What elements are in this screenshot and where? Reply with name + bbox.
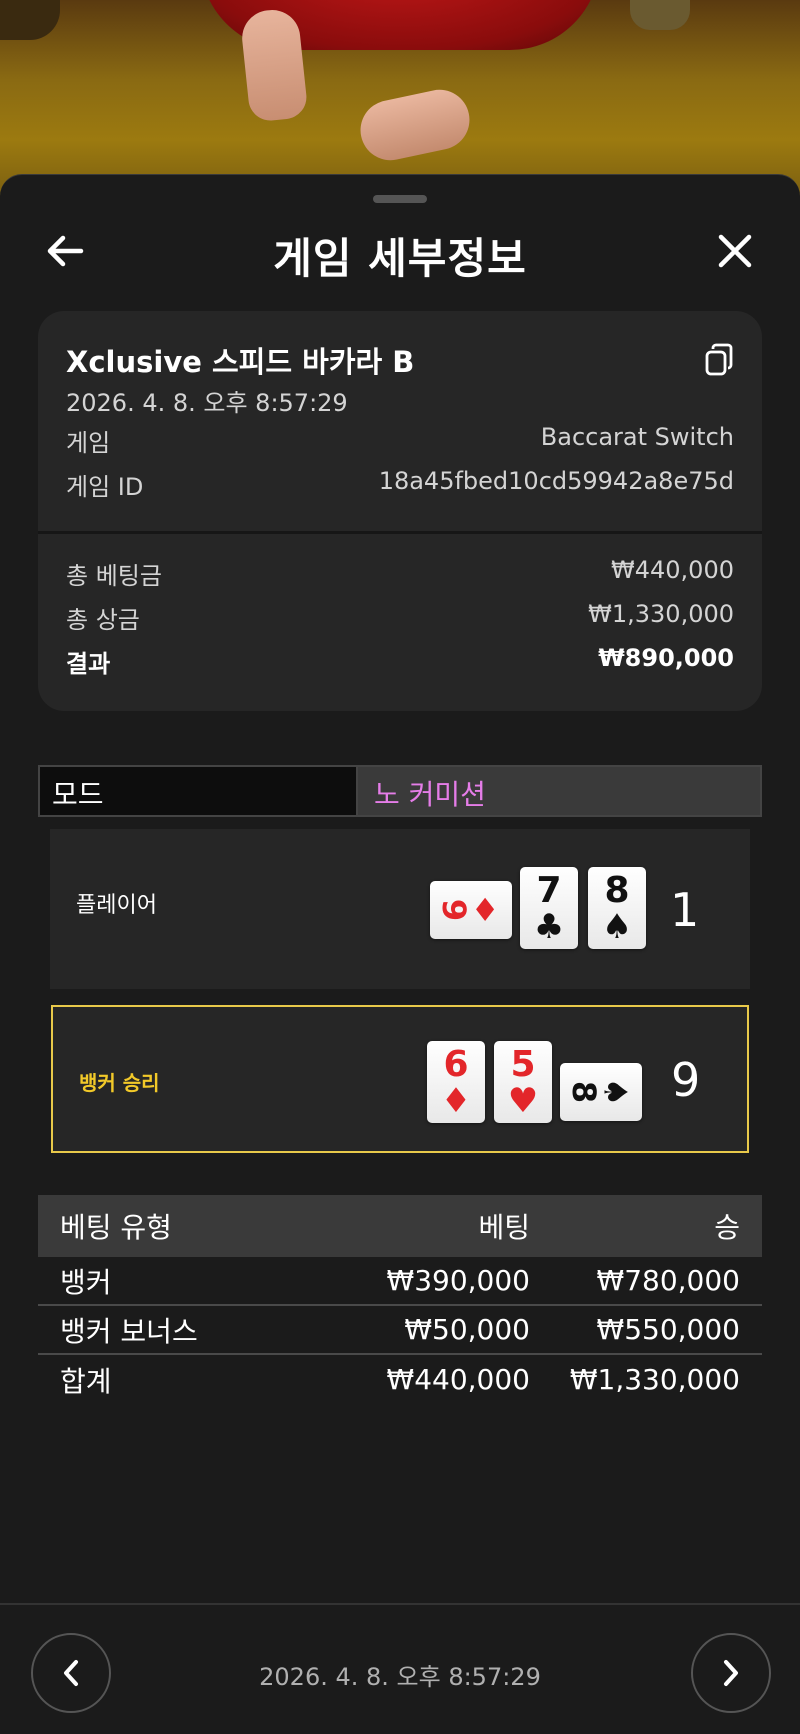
diamond-suit-icon: ♦ [470, 891, 500, 929]
banker-card-2: 5 ♥ [494, 1041, 552, 1123]
table-row-total: 합계 ₩440,000 ₩1,330,000 [38, 1355, 762, 1404]
close-button[interactable] [705, 221, 765, 281]
banker-score: 9 [671, 1053, 701, 1107]
game-info-top: Xclusive 스피드 바카라 B 2026. 4. 8. 오후 8:57:2… [38, 311, 762, 531]
drag-handle[interactable] [373, 195, 427, 203]
footer-divider [0, 1603, 800, 1605]
game-row: 게임 Baccarat Switch [66, 423, 734, 457]
player-score: 1 [670, 883, 700, 937]
player-card-2: 7 ♣ [520, 867, 578, 949]
game-id-value: 18a45fbed10cd59942a8e75d [378, 467, 734, 495]
diamond-suit-icon: ♦ [440, 1081, 472, 1121]
banker-hand: 뱅커 승리 6 ♦ 5 ♥ 8 ♠ 9 [51, 1005, 749, 1153]
table-name: Xclusive 스피드 바카라 B [66, 345, 415, 379]
heart-suit-icon: ♥ [507, 1081, 539, 1121]
copy-icon [705, 343, 733, 376]
live-video-background [0, 0, 800, 200]
close-icon [718, 234, 752, 268]
total-win-row: 총 상금 ₩1,330,000 [66, 600, 734, 634]
card-rank: 7 [536, 870, 562, 911]
card-rank: 8 [604, 870, 630, 911]
game-value: Baccarat Switch [540, 423, 734, 451]
page-title: 게임 세부정보 [273, 234, 527, 283]
card-rank: 6 [443, 1044, 469, 1085]
table-row: 뱅커 ₩390,000 ₩780,000 [38, 1257, 762, 1306]
total-bet-value: ₩440,000 [611, 556, 734, 584]
spade-suit-icon: ♠ [601, 907, 633, 947]
game-label: 게임 [66, 429, 111, 457]
game-details-sheet: 게임 세부정보 Xclusive 스피드 바카라 B 2026. 4. 8. 오… [0, 174, 800, 1734]
banker-card-3: 8 ♠ [560, 1063, 642, 1121]
banker-label: 뱅커 승리 [79, 1071, 160, 1095]
header-win: 승 [714, 1211, 740, 1244]
next-game-button[interactable] [691, 1633, 771, 1713]
table-row: 뱅커 보너스 ₩50,000 ₩550,000 [38, 1306, 762, 1355]
footer-date: 2026. 4. 8. 오후 8:57:29 [259, 1663, 541, 1691]
card-rank: 5 [510, 1044, 536, 1085]
total-win-label: 총 상금 [66, 606, 140, 634]
total-bet-label: 총 베팅금 [66, 562, 162, 590]
chevron-right-icon [724, 1660, 738, 1686]
bets-table: 베팅 유형 베팅 승 뱅커 ₩390,000 ₩780,000 뱅커 보너스 ₩… [38, 1195, 762, 1404]
result-label: 결과 [66, 650, 111, 678]
win-amount-cell: ₩780,000 [596, 1264, 740, 1297]
result-value: ₩890,000 [598, 644, 734, 672]
bets-table-header: 베팅 유형 베팅 승 [38, 1195, 762, 1257]
bet-type-cell: 뱅커 보너스 [60, 1314, 198, 1348]
mode-bar: 모드 노 커미션 [38, 765, 762, 817]
game-id-row: 게임 ID 18a45fbed10cd59942a8e75d [66, 467, 734, 501]
player-card-1: 9 ♦ [430, 881, 512, 939]
win-amount-cell: ₩1,330,000 [569, 1363, 740, 1396]
club-suit-icon: ♣ [533, 907, 565, 947]
bet-type-cell: 합계 [60, 1364, 112, 1398]
total-bet-row: 총 베팅금 ₩440,000 [66, 556, 734, 590]
bet-amount-cell: ₩50,000 [404, 1313, 530, 1346]
header-bet: 베팅 [478, 1211, 530, 1244]
mode-value: 노 커미션 [358, 767, 760, 815]
player-hand: 플레이어 9 ♦ 7 ♣ 8 ♠ 1 [50, 829, 750, 989]
player-card-3: 8 ♠ [588, 867, 646, 949]
mode-label: 모드 [40, 767, 358, 815]
bet-amount-cell: ₩440,000 [386, 1363, 530, 1396]
dealer-hand [354, 84, 476, 166]
background-chair [0, 0, 60, 40]
player-label: 플레이어 [76, 893, 157, 918]
game-id-label: 게임 ID [66, 473, 144, 501]
game-summary: 총 베팅금 ₩440,000 총 상금 ₩1,330,000 결과 ₩890,0… [38, 534, 762, 711]
win-amount-cell: ₩550,000 [596, 1313, 740, 1346]
total-win-value: ₩1,330,000 [588, 600, 734, 628]
result-row: 결과 ₩890,000 [66, 644, 734, 678]
card-rank: 9 [434, 898, 473, 922]
game-info-card: Xclusive 스피드 바카라 B 2026. 4. 8. 오후 8:57:2… [38, 311, 762, 711]
sheet-header: 게임 세부정보 [0, 211, 800, 291]
bet-amount-cell: ₩390,000 [386, 1264, 530, 1297]
header-bet-type: 베팅 유형 [60, 1211, 172, 1244]
copy-button[interactable] [704, 343, 734, 377]
bet-type-cell: 뱅커 [60, 1265, 112, 1299]
spade-suit-icon: ♠ [596, 1077, 635, 1107]
banker-card-1: 6 ♦ [427, 1041, 485, 1123]
game-date: 2026. 4. 8. 오후 8:57:29 [66, 389, 348, 417]
background-chair [630, 0, 690, 30]
